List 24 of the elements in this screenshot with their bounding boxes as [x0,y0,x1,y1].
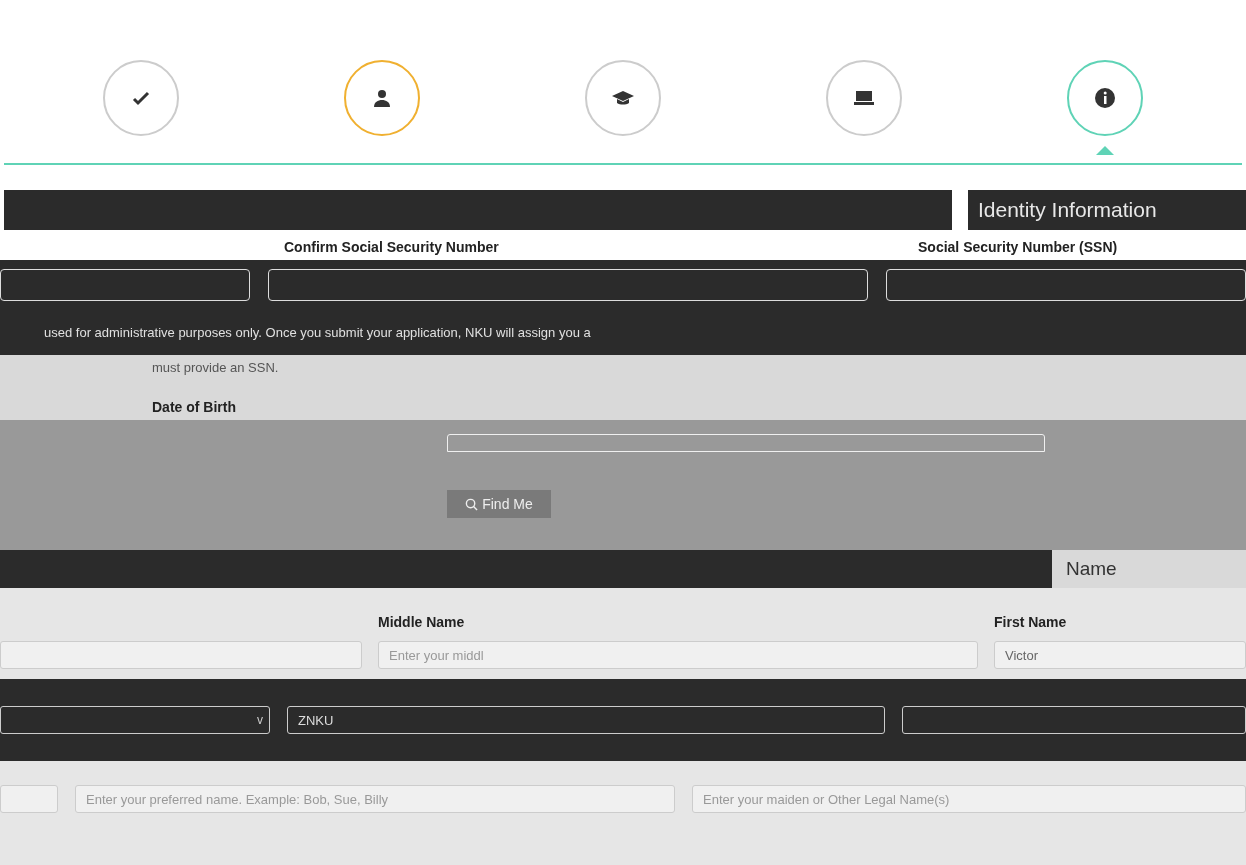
field-label: Confirm Social Security Number [284,238,500,257]
find-me-button[interactable]: Find Me [447,490,551,518]
input-field[interactable] [268,269,868,301]
field-label: Date of Birth [152,398,237,417]
note-text: must provide an SSN. [152,358,280,377]
preferred-name-field[interactable]: Enter your preferred name. Example: Bob, Sue, Billy [75,785,675,813]
section-title: Identity Information [968,190,1246,230]
input-field[interactable]: ZNKU [287,706,885,734]
input-field[interactable] [902,706,1246,734]
field-label: First Name [994,613,1068,632]
search-icon [465,497,479,511]
maiden-name-field[interactable]: Enter your maiden or Other Legal Name(s) [692,785,1246,813]
input-field[interactable] [886,269,1246,301]
middle-name-field[interactable]: Enter your middl [378,641,978,669]
field-label: Social Security Number (SSN) [918,238,1119,257]
first-name-field[interactable]: Victor [994,641,1246,669]
caret-icon: v [257,711,263,729]
info-icon [1093,86,1118,110]
select-field[interactable]: v [0,706,270,734]
input-field[interactable] [0,785,58,813]
input-field[interactable] [0,641,362,669]
input-field[interactable] [0,269,250,301]
field-label: Middle Name [378,613,466,632]
note-text: used for administrative purposes only. Once you submit your application, NKU will assign you a [44,323,591,342]
